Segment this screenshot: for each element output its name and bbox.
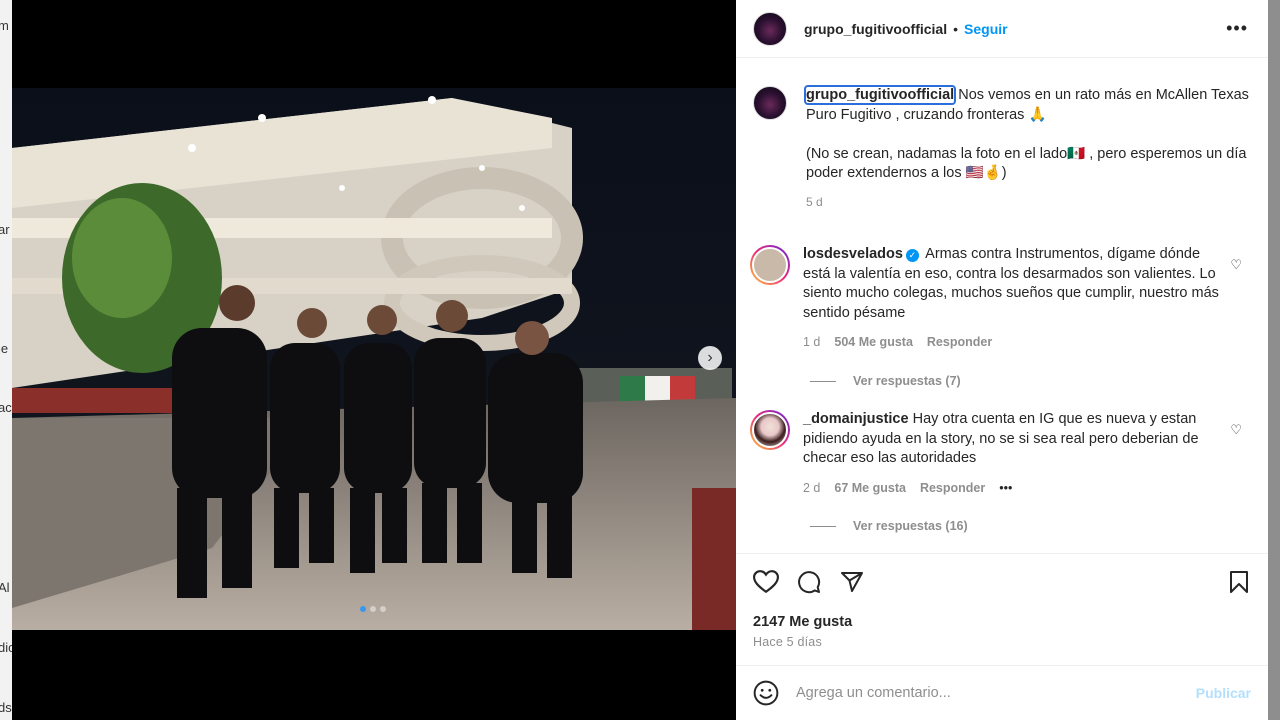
comment-age[interactable]: 2 d xyxy=(803,479,820,499)
caption-age[interactable]: 5 d xyxy=(806,193,1251,213)
publish-button[interactable]: Publicar xyxy=(1196,685,1251,701)
view-replies-button[interactable]: Ver respuestas (7) xyxy=(810,374,961,388)
view-replies-label: Ver respuestas (7) xyxy=(853,374,961,388)
follow-button[interactable]: Seguir xyxy=(964,21,1008,37)
bookmark-icon[interactable] xyxy=(1228,570,1250,594)
caption-line: (No se crean, nadamas la foto en el lado… xyxy=(806,145,1247,182)
caption-line: Puro Fugitivo , cruzando fronteras 🙏 xyxy=(806,106,1047,123)
carousel-indicators xyxy=(360,606,386,612)
comment-likes[interactable]: 504 Me gusta xyxy=(834,333,913,353)
band-photo-illustration xyxy=(12,88,736,630)
comment-like-heart-icon[interactable]: ♡ xyxy=(1230,257,1242,273)
caption-username-link[interactable]: grupo_fugitivoofficial xyxy=(803,85,957,105)
comment-composer: Publicar xyxy=(736,665,1268,720)
post-photo xyxy=(12,88,736,630)
avatar[interactable] xyxy=(753,86,787,120)
comment-username[interactable]: losdesvelados xyxy=(803,246,903,262)
post-actions: 2147 Me gusta Hace 5 días xyxy=(736,553,1268,665)
verified-badge-icon: ✓ xyxy=(905,249,919,262)
avatar[interactable] xyxy=(753,11,787,46)
comment-likes[interactable]: 67 Me gusta xyxy=(834,479,906,499)
instagram-post-modal: m ar je ac Al dic ds xyxy=(0,0,1280,720)
avatar[interactable] xyxy=(750,410,790,450)
carousel-dot xyxy=(360,606,366,612)
comment-item: losdesvelados ✓ Armas contra Instrumentos… xyxy=(750,245,1250,353)
bg-fragment: m xyxy=(0,18,9,33)
share-icon[interactable] xyxy=(839,570,865,594)
bg-fragment: ar xyxy=(0,222,10,237)
comment-username[interactable]: _domainjustice xyxy=(803,411,909,427)
heart-icon[interactable] xyxy=(753,570,779,594)
view-replies-button[interactable]: Ver respuestas (16) xyxy=(810,519,968,533)
emoji-icon[interactable] xyxy=(753,680,779,706)
post-side-panel: grupo_fugitivoofficial • Seguir ••• grup… xyxy=(736,0,1268,720)
comment-item: _domainjustice Hay otra cuenta en IG que… xyxy=(750,410,1250,498)
replies-divider xyxy=(810,525,836,527)
comment-like-heart-icon[interactable]: ♡ xyxy=(1230,422,1242,438)
modal-backdrop xyxy=(1268,0,1280,720)
bg-fragment: Al xyxy=(0,580,10,595)
bg-fragment: ds xyxy=(0,700,12,715)
post-caption: grupo_fugitivoofficial Nos vemos en un r… xyxy=(753,85,1253,213)
likes-count[interactable]: 2147 Me gusta xyxy=(753,614,852,630)
post-header: grupo_fugitivoofficial • Seguir ••• xyxy=(736,0,1268,58)
avatar[interactable] xyxy=(750,245,790,285)
view-replies-label: Ver respuestas (16) xyxy=(853,519,968,533)
comment-more-icon[interactable]: ••• xyxy=(999,479,1012,499)
post-media: › xyxy=(12,0,736,720)
carousel-dot xyxy=(380,606,386,612)
bg-fragment: je xyxy=(0,341,9,356)
reply-button[interactable]: Responder xyxy=(920,479,985,499)
separator-dot: • xyxy=(953,20,959,37)
caption-line: Nos vemos en un rato más en McAllen Texa… xyxy=(958,87,1249,103)
carousel-dot xyxy=(370,606,376,612)
more-options-icon[interactable]: ••• xyxy=(1226,18,1248,39)
post-date[interactable]: Hace 5 días xyxy=(753,635,822,649)
post-author-username[interactable]: grupo_fugitivoofficial xyxy=(804,21,947,37)
bg-fragment: ac xyxy=(0,400,12,415)
reply-button[interactable]: Responder xyxy=(927,333,992,353)
replies-divider xyxy=(810,380,836,382)
comment-icon[interactable] xyxy=(796,570,822,594)
comment-input[interactable] xyxy=(796,685,1176,701)
carousel-next-button[interactable]: › xyxy=(698,346,722,370)
comment-age[interactable]: 1 d xyxy=(803,333,820,353)
